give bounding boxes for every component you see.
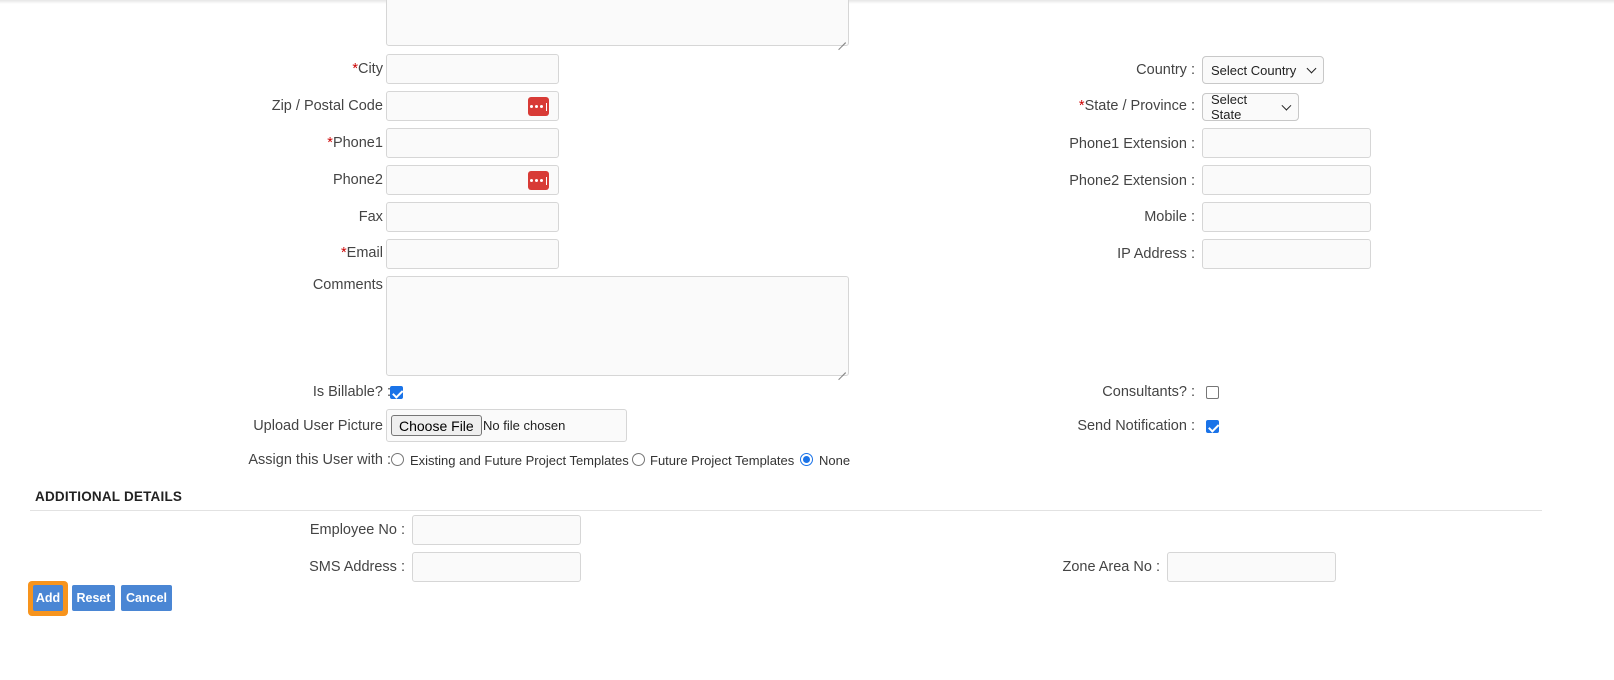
chevron-down-icon xyxy=(1281,100,1292,110)
cancel-button[interactable]: Cancel xyxy=(121,585,172,611)
resize-grip-icon[interactable] xyxy=(838,365,846,373)
state-label: *State / Province : xyxy=(1078,98,1195,114)
zone-area-no-label: Zone Area No : xyxy=(1062,559,1160,575)
mobile-label: Mobile : xyxy=(1144,209,1195,225)
consultants-checkbox[interactable] xyxy=(1206,386,1219,399)
assign-option-label: Existing and Future Project Templates xyxy=(410,453,629,468)
phone1-extension-input[interactable] xyxy=(1202,128,1371,158)
assign-option-label: Future Project Templates xyxy=(650,453,795,468)
send-notification-label: Send Notification : xyxy=(1077,418,1195,434)
employee-no-input[interactable] xyxy=(412,515,581,545)
phone2-extension-label: Phone2 Extension : xyxy=(1069,173,1195,189)
resize-grip-icon[interactable] xyxy=(838,35,846,43)
address-textarea[interactable] xyxy=(386,0,849,46)
phone1-extension-label: Phone1 Extension : xyxy=(1069,136,1195,152)
zone-area-no-input[interactable] xyxy=(1167,552,1336,582)
chevron-down-icon xyxy=(1306,63,1317,73)
section-title-additional-details: ADDITIONAL DETAILS xyxy=(35,489,183,504)
country-label: Country : xyxy=(1136,62,1195,78)
mobile-input[interactable] xyxy=(1202,202,1371,232)
employee-no-label: Employee No : xyxy=(309,522,405,538)
ip-address-label: IP Address : xyxy=(1117,246,1195,262)
send-notification-checkbox[interactable] xyxy=(1206,420,1219,433)
assign-radio-future[interactable] xyxy=(632,453,645,466)
comments-textarea[interactable] xyxy=(386,276,849,376)
country-select[interactable]: Select Country xyxy=(1202,56,1324,84)
assign-radio-none[interactable] xyxy=(800,453,813,466)
country-select-value: Select Country xyxy=(1211,62,1297,78)
assign-option-label: None xyxy=(819,453,851,468)
comments-label: Comments : xyxy=(312,277,391,293)
state-select-value: Select State xyxy=(1211,92,1248,122)
ip-address-input[interactable] xyxy=(1202,239,1371,269)
consultants-label: Consultants? : xyxy=(1102,384,1195,400)
section-divider xyxy=(30,510,1542,511)
assign-label: Assign this User with : xyxy=(248,452,391,468)
add-button[interactable]: Add xyxy=(33,585,63,611)
reset-button[interactable]: Reset xyxy=(72,585,115,611)
phone2-extension-input[interactable] xyxy=(1202,165,1371,195)
state-select[interactable]: Select State xyxy=(1202,92,1299,122)
assign-radio-existing-future[interactable] xyxy=(391,453,404,466)
